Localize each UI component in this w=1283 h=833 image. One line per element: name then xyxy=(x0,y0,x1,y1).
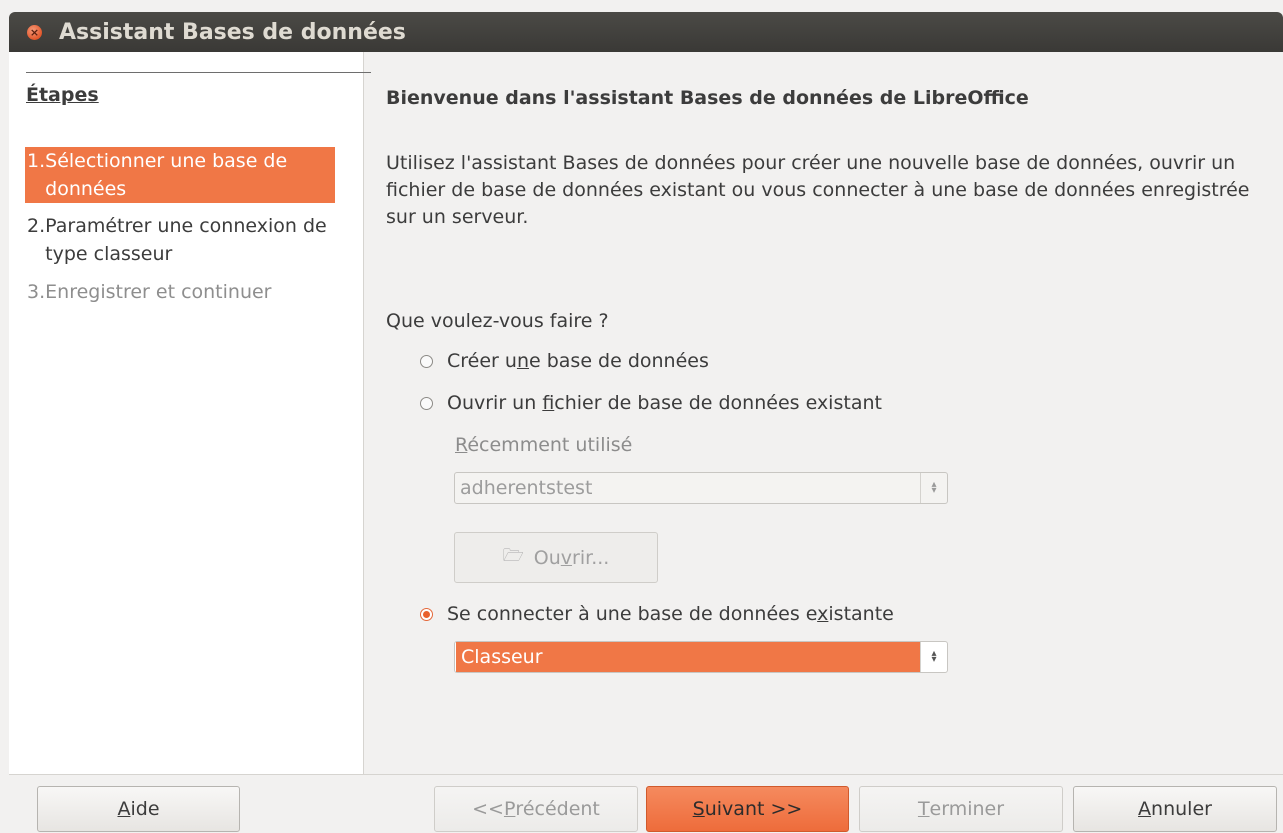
radio-label: Créer une base de données xyxy=(447,350,709,372)
steps-sidebar: Étapes 1. Sélectionner une base de donné… xyxy=(9,52,371,774)
previous-button[interactable]: << Précédent xyxy=(434,786,638,832)
radio-create-database[interactable]: Créer une base de données xyxy=(420,350,709,372)
next-button[interactable]: Suivant >> xyxy=(646,786,849,832)
open-folder-icon: 🗁 xyxy=(502,546,524,566)
step-number: 2. xyxy=(27,215,46,237)
radio-connect-existing[interactable]: Se connecter à une base de données exist… xyxy=(420,603,894,625)
connection-type-select[interactable]: Classeur ▴ ▾ xyxy=(454,641,948,673)
radio-button[interactable] xyxy=(420,354,433,368)
step-label: Paramétrer une connexion de type classeu… xyxy=(45,215,327,265)
sidebar-divider xyxy=(26,72,371,73)
open-file-button[interactable]: 🗁 Ouvrir... xyxy=(454,532,658,583)
step-number: 3. xyxy=(27,281,46,303)
open-button-label: Ouvrir... xyxy=(533,546,610,569)
window-titlebar: × Assistant Bases de données xyxy=(9,12,1283,52)
step-select-database[interactable]: 1. Sélectionner une base de données xyxy=(25,147,335,203)
step-label: Sélectionner une base de données xyxy=(45,150,288,200)
spin-arrows-icon: ▴ ▾ xyxy=(920,642,947,672)
select-value: adherentstest xyxy=(460,477,593,499)
help-button[interactable]: Aide xyxy=(37,786,240,832)
radio-button[interactable] xyxy=(420,396,433,410)
spin-arrows-icon: ▴ ▾ xyxy=(920,473,947,503)
radio-label: Ouvrir un fichier de base de données exi… xyxy=(447,392,882,414)
step-save-continue: 3. Enregistrer et continuer xyxy=(25,278,335,306)
cancel-button[interactable]: Annuler xyxy=(1073,786,1277,832)
radio-open-file[interactable]: Ouvrir un fichier de base de données exi… xyxy=(420,392,882,414)
question-label: Que voulez-vous faire ? xyxy=(386,310,609,332)
step-label: Enregistrer et continuer xyxy=(45,281,272,303)
intro-text: Utilisez l'assistant Bases de données po… xyxy=(386,152,1250,228)
recent-files-select[interactable]: adherentstest ▴ ▾ xyxy=(454,472,948,504)
radio-label: Se connecter à une base de données exist… xyxy=(447,603,894,625)
step-setup-spreadsheet[interactable]: 2. Paramétrer une connexion de type clas… xyxy=(25,212,335,268)
welcome-heading: Bienvenue dans l'assistant Bases de donn… xyxy=(386,87,1029,109)
select-value: Classeur xyxy=(456,642,920,672)
radio-button[interactable] xyxy=(420,607,433,621)
finish-button[interactable]: Terminer xyxy=(859,786,1063,832)
step-number: 1. xyxy=(27,150,46,172)
steps-heading: Étapes xyxy=(26,84,99,106)
window-title: Assistant Bases de données xyxy=(59,19,406,45)
recent-label: Récemment utilisé xyxy=(455,434,633,456)
close-icon[interactable]: × xyxy=(27,24,42,40)
